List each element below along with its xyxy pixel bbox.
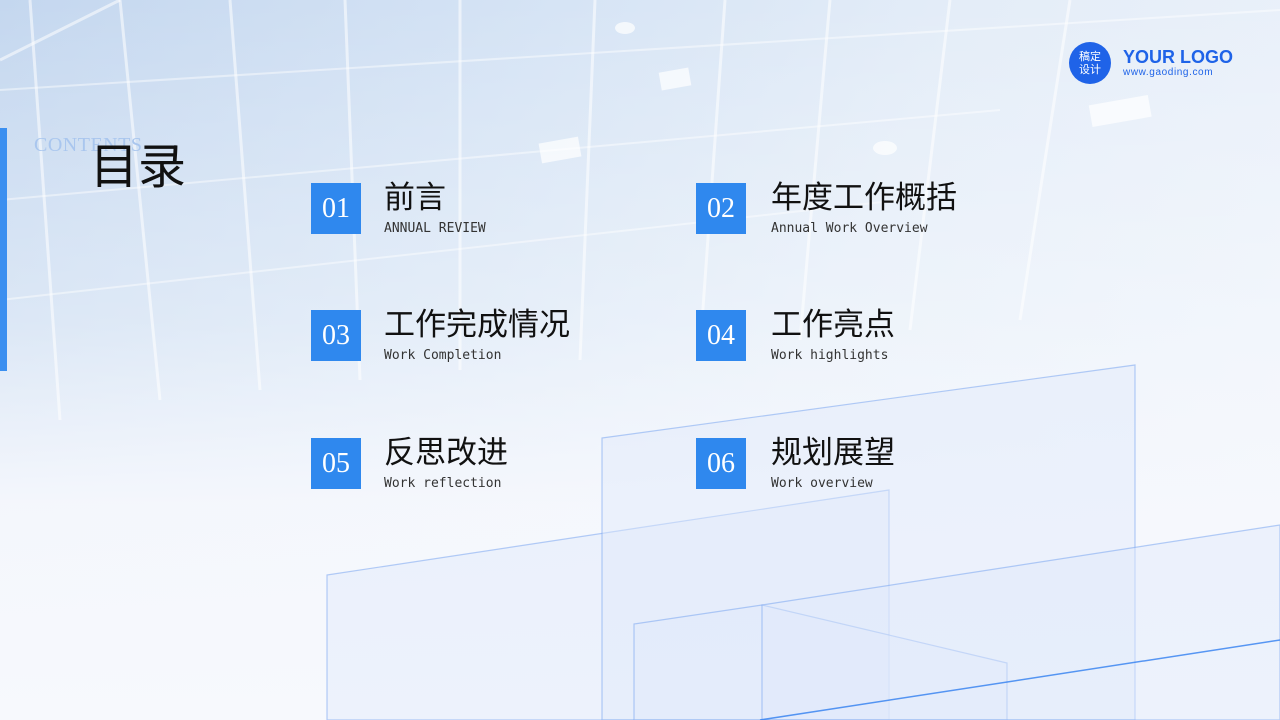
toc-item-title: 反思改进 xyxy=(384,435,508,471)
toc-item-subtitle: ANNUAL REVIEW xyxy=(384,221,486,236)
logo-main-text: YOUR LOGO xyxy=(1123,47,1234,67)
logo-badge-line1: 稿定 xyxy=(1079,50,1101,63)
toc-item-number: 03 xyxy=(311,310,361,361)
logo-text-block: YOUR LOGO www.gaoding.com xyxy=(1123,47,1233,79)
toc-item-number: 02 xyxy=(696,183,746,234)
toc-item-subtitle: Work highlights xyxy=(771,348,889,363)
logo-badge-icon: 稿定 设计 xyxy=(1069,42,1111,84)
toc-item-subtitle: Annual Work Overview xyxy=(771,221,928,236)
background-building-photo xyxy=(0,0,1280,720)
toc-item-number: 04 xyxy=(696,310,746,361)
background-glass-facade xyxy=(0,0,1280,720)
toc-item-title: 工作亮点 xyxy=(771,307,895,343)
toc-item-title: 年度工作概括 xyxy=(771,180,957,216)
toc-item-number: 06 xyxy=(696,438,746,489)
toc-item-subtitle: Work overview xyxy=(771,476,873,491)
toc-item-title: 前言 xyxy=(384,180,446,216)
logo-url-text: www.gaoding.com xyxy=(1123,67,1214,78)
toc-item-title: 规划展望 xyxy=(771,435,895,471)
toc-item-number: 01 xyxy=(311,183,361,234)
logo-badge-line2: 设计 xyxy=(1079,63,1101,76)
toc-item-subtitle: Work Completion xyxy=(384,348,502,363)
toc-item-subtitle: Work reflection xyxy=(384,476,502,491)
brand-logo: 稿定 设计 YOUR LOGO www.gaoding.com xyxy=(1069,42,1233,84)
page-title: 目录 xyxy=(90,139,187,195)
left-accent-bar xyxy=(0,128,7,371)
toc-item-title: 工作完成情况 xyxy=(384,307,570,343)
toc-item-number: 05 xyxy=(311,438,361,489)
